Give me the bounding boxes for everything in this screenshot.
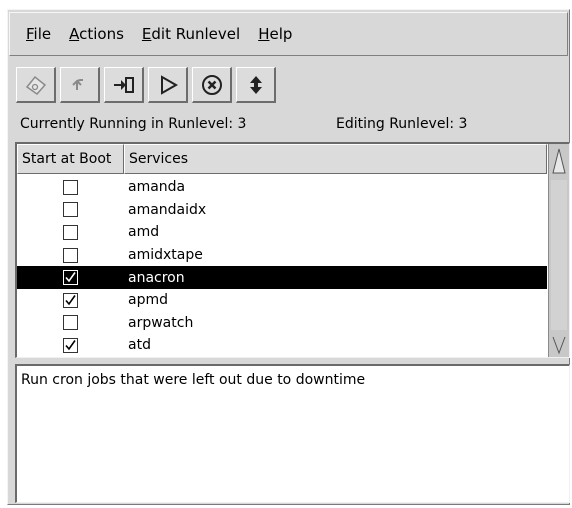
- restart-button[interactable]: [236, 67, 276, 103]
- menu-edit-runlevel[interactable]: Edit Runlevel: [142, 25, 240, 43]
- menu-actions[interactable]: Actions: [69, 25, 124, 43]
- save-icon: [25, 75, 46, 95]
- table-row[interactable]: amanda: [17, 176, 547, 199]
- start-at-boot-cell: [17, 292, 124, 308]
- header-services[interactable]: Services: [124, 144, 547, 174]
- start-at-boot-cell: [17, 270, 124, 286]
- table-row[interactable]: amandaidx: [17, 199, 547, 222]
- start-button[interactable]: [148, 67, 188, 103]
- start-icon: [160, 74, 178, 95]
- checkmark-icon: [65, 272, 76, 283]
- scroll-thumb[interactable]: [551, 180, 567, 330]
- service-name: atd: [128, 337, 151, 354]
- table-row[interactable]: amidxtape: [17, 244, 547, 267]
- start-at-boot-checkbox[interactable]: [63, 179, 78, 195]
- scroll-down-icon[interactable]: [551, 335, 567, 355]
- services-list: Start at Boot Services amanda amandaidx am…: [15, 142, 570, 358]
- restart-icon: [249, 75, 262, 94]
- menu-help[interactable]: Help: [258, 25, 292, 43]
- menu-bar: File Actions Edit Runlevel Help: [9, 12, 568, 56]
- current-runlevel-label: Currently Running in Runlevel: 3: [20, 116, 247, 132]
- list-scrollbar[interactable]: [548, 144, 569, 357]
- revert-icon: [71, 78, 83, 90]
- add-service-button[interactable]: [104, 67, 144, 103]
- service-name: amd: [128, 224, 160, 241]
- start-at-boot-cell: [17, 224, 124, 240]
- start-at-boot-checkbox[interactable]: [63, 224, 78, 240]
- start-at-boot-cell: [17, 202, 124, 218]
- header-start-at-boot[interactable]: Start at Boot: [17, 144, 124, 174]
- start-at-boot-checkbox[interactable]: [63, 202, 78, 218]
- service-rows: amanda amandaidx amd amidxtape anacron apmd ar…: [17, 176, 547, 357]
- start-at-boot-checkbox[interactable]: [63, 247, 78, 263]
- service-name: amandaidx: [128, 201, 207, 218]
- start-at-boot-cell: [17, 315, 124, 331]
- table-row[interactable]: amd: [17, 221, 547, 244]
- menu-file[interactable]: File: [26, 25, 51, 43]
- toolbar: [16, 67, 280, 105]
- service-name: arpwatch: [128, 314, 194, 331]
- start-at-boot-cell: [17, 179, 124, 195]
- start-at-boot-cell: [17, 247, 124, 263]
- list-header: Start at Boot Services: [17, 144, 547, 174]
- service-description: Run cron jobs that were left out due to …: [15, 364, 570, 503]
- service-name: amidxtape: [128, 247, 203, 264]
- table-row[interactable]: atd: [17, 334, 547, 357]
- start-at-boot-cell: [17, 337, 124, 353]
- start-at-boot-checkbox[interactable]: [63, 292, 78, 308]
- start-at-boot-checkbox[interactable]: [63, 337, 78, 353]
- stop-icon: [201, 74, 222, 95]
- editing-runlevel-label: Editing Runlevel: 3: [336, 116, 468, 132]
- revert-button[interactable]: [60, 67, 100, 103]
- table-row[interactable]: anacron: [17, 266, 547, 289]
- table-row[interactable]: arpwatch: [17, 312, 547, 335]
- add-service-icon: [113, 76, 134, 93]
- service-name: anacron: [128, 269, 185, 286]
- service-name: amanda: [128, 179, 186, 196]
- start-at-boot-checkbox[interactable]: [63, 270, 78, 286]
- start-at-boot-checkbox[interactable]: [63, 315, 78, 331]
- checkmark-icon: [65, 294, 76, 306]
- service-name: apmd: [128, 292, 168, 309]
- checkmark-icon: [65, 339, 76, 351]
- table-row[interactable]: apmd: [17, 289, 547, 312]
- save-button[interactable]: [16, 67, 56, 103]
- scroll-up-icon[interactable]: [551, 146, 567, 176]
- stop-button[interactable]: [192, 67, 232, 103]
